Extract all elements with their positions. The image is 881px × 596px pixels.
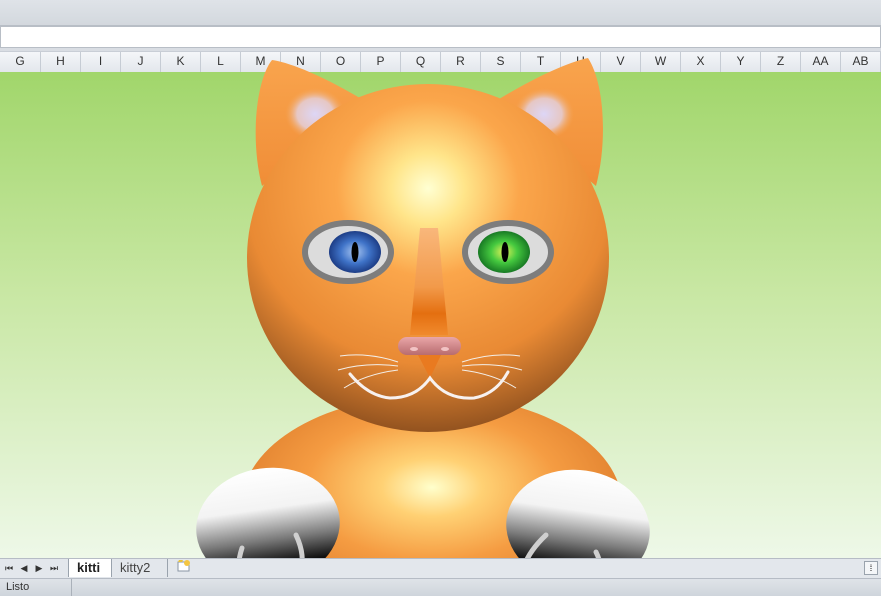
cat-nose	[398, 337, 461, 355]
status-divider	[71, 579, 72, 596]
eye-right-pupil	[501, 242, 509, 262]
sheet-tab[interactable]: kitty2	[112, 559, 168, 577]
nostril-right	[441, 347, 449, 351]
nostril-left	[410, 347, 418, 351]
horizontal-scrollbar[interactable]: ⁞	[864, 561, 878, 575]
prev-sheet-icon[interactable]: ◀	[19, 562, 29, 574]
cat-drawing	[196, 58, 650, 595]
eye-left-pupil	[351, 242, 359, 262]
sheet-tabs-bar: ⏮ ◀ ▶ ⏭ kitti kitty2 ⁞	[0, 558, 881, 578]
sheet-tab-active[interactable]: kitti	[68, 559, 112, 577]
last-sheet-icon[interactable]: ⏭	[49, 562, 59, 574]
status-text: Listo	[6, 581, 30, 593]
insert-sheet-icon	[177, 560, 190, 572]
first-sheet-icon[interactable]: ⏮	[4, 562, 14, 574]
new-sheet-icon[interactable]	[172, 559, 196, 577]
status-bar: Listo	[0, 578, 881, 596]
next-sheet-icon[interactable]: ▶	[34, 562, 44, 574]
